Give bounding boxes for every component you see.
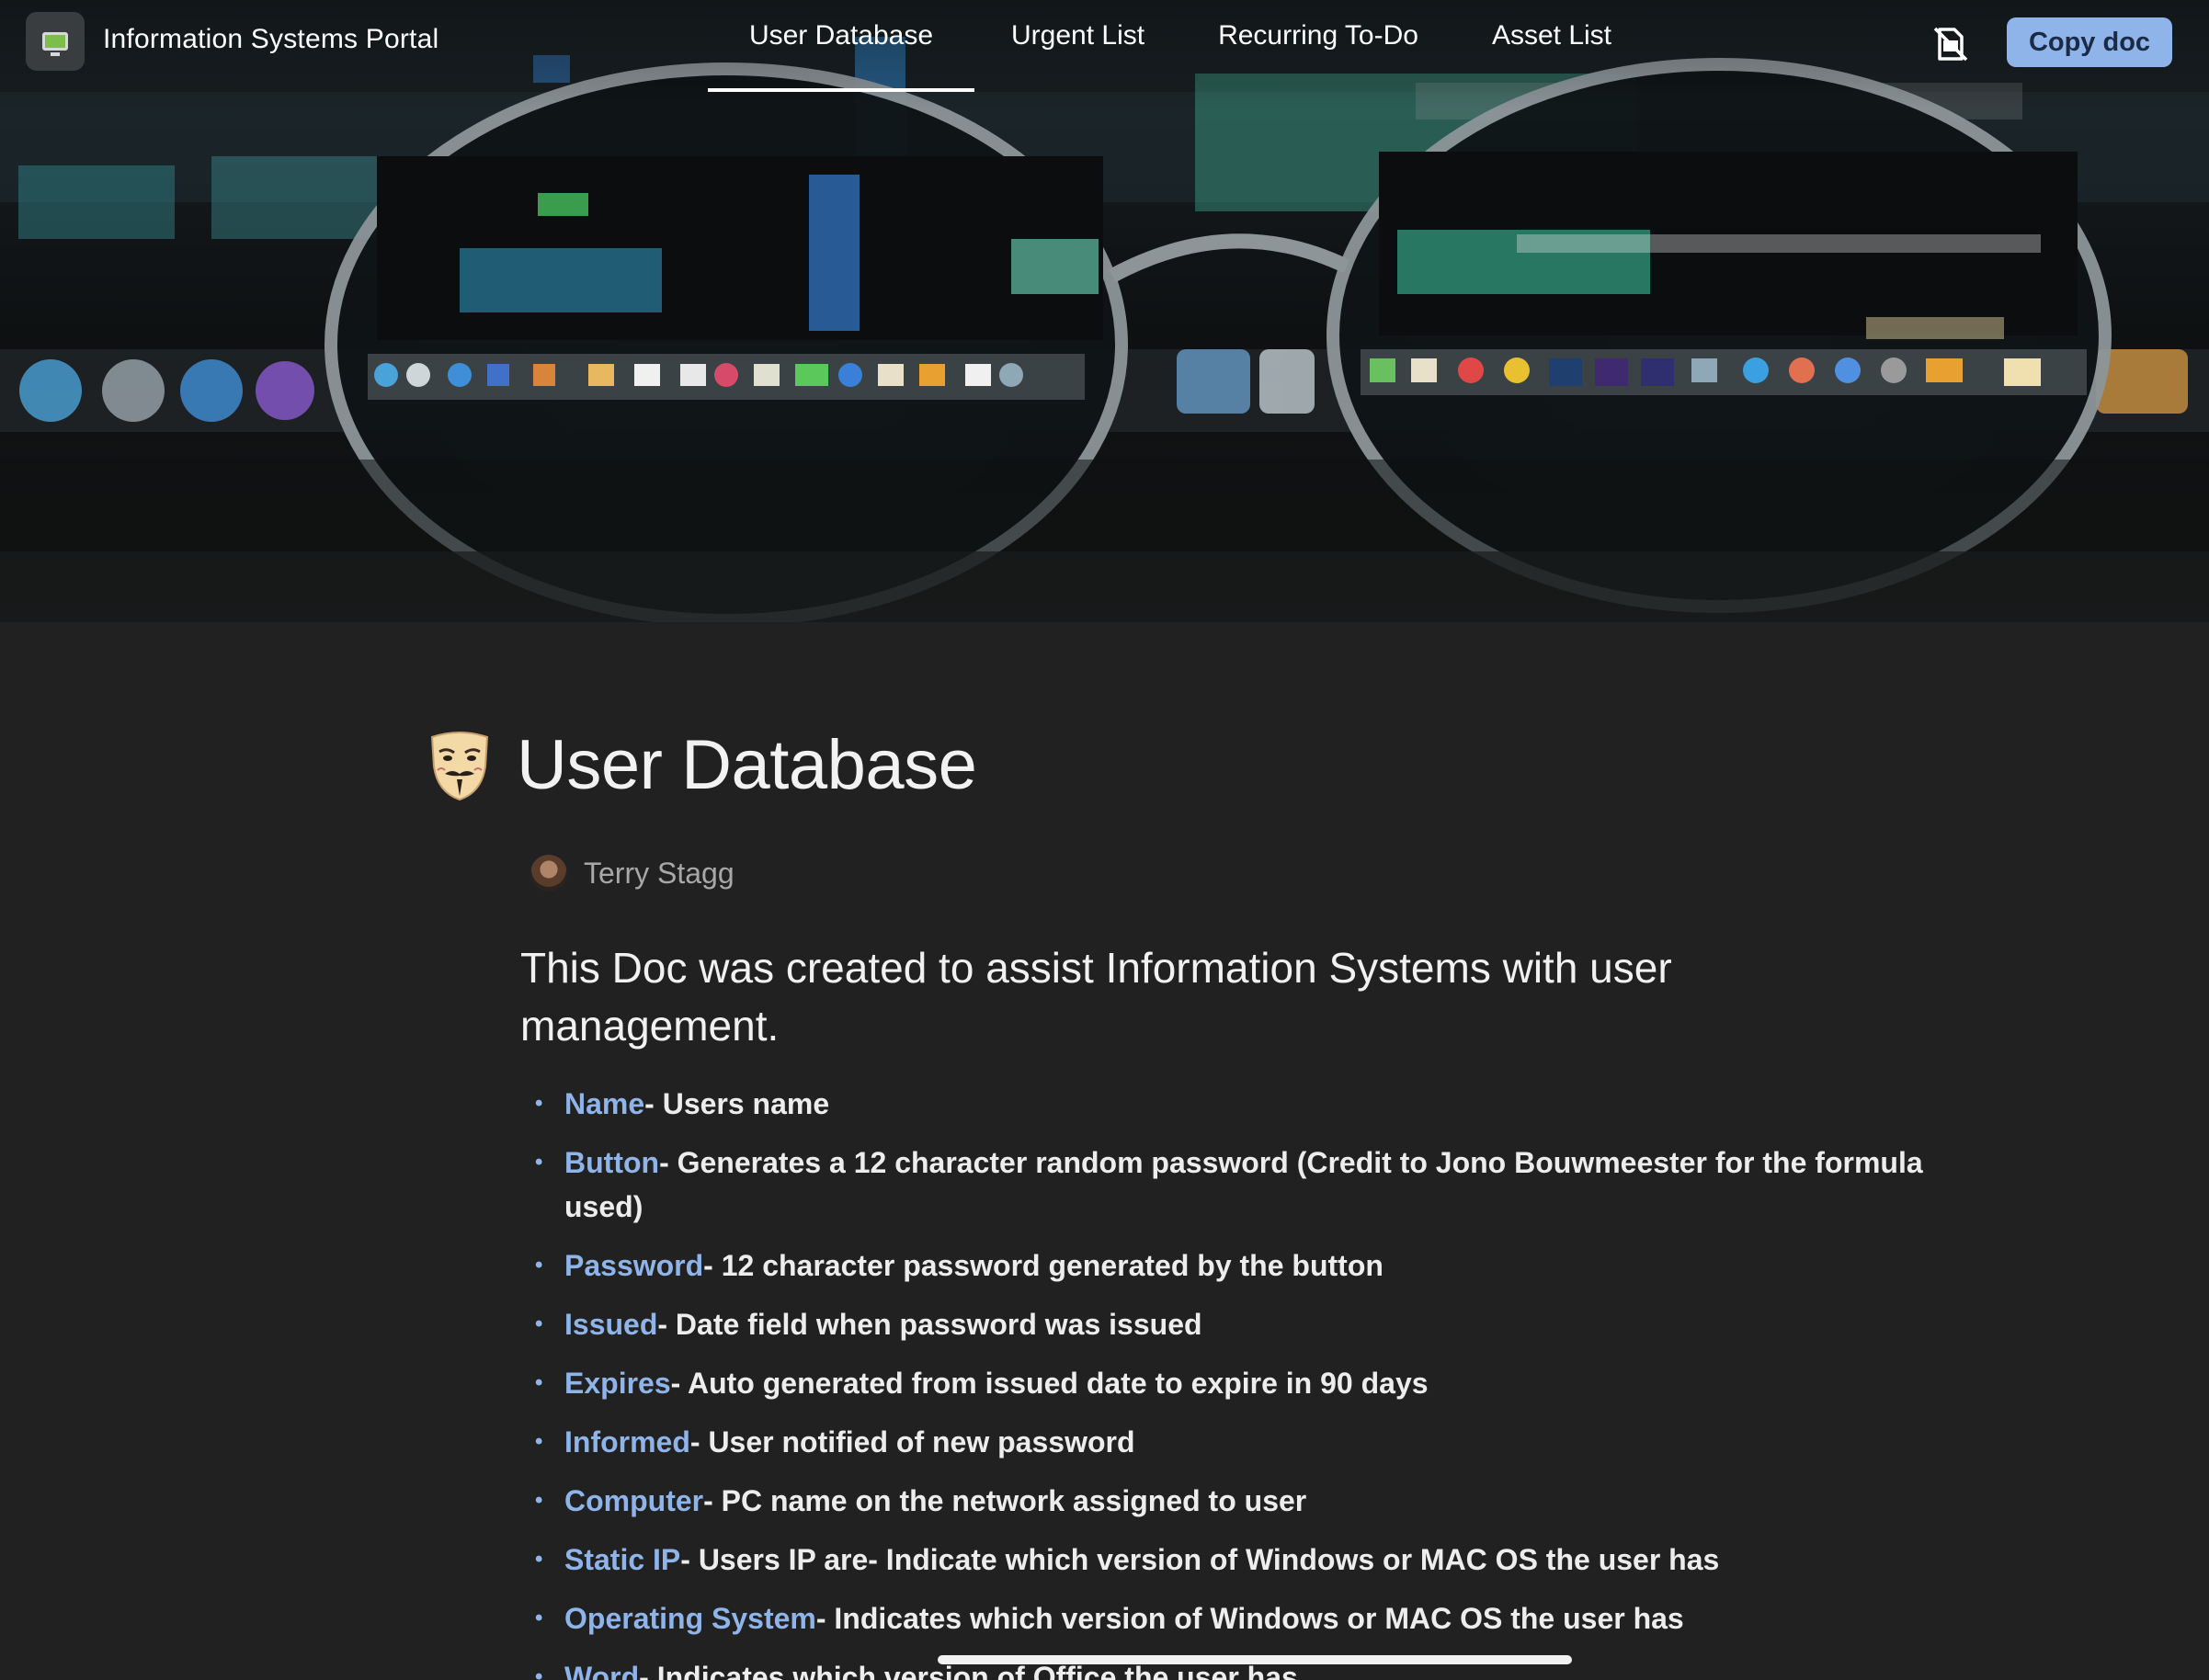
list-item: • Button- Generates a 12 character rando… xyxy=(520,1141,1954,1229)
field-term-link[interactable]: Expires xyxy=(564,1367,671,1400)
list-item: • Static IP- Users IP are- Indicate whic… xyxy=(520,1538,1954,1582)
page: Information Systems Portal User Database… xyxy=(0,0,2209,1680)
field-description: - 12 character password generated by the… xyxy=(703,1249,1383,1282)
tab-urgent-list[interactable]: Urgent List xyxy=(974,0,1181,92)
doc-content: User Database Terry Stagg This Doc was c… xyxy=(0,622,2209,1680)
monitor-icon[interactable] xyxy=(26,12,85,71)
field-term-link[interactable]: Informed xyxy=(564,1425,690,1459)
nav-tabs: User Database Urgent List Recurring To-D… xyxy=(708,0,1648,92)
bullet: • xyxy=(535,1091,543,1116)
field-list: • Name- Users name • Button- Generates a… xyxy=(520,1082,1954,1680)
bullet: • xyxy=(535,1547,543,1572)
hero-banner-image xyxy=(0,0,2209,622)
bullet: • xyxy=(535,1429,543,1454)
copy-doc-button[interactable]: Copy doc xyxy=(2007,17,2172,67)
field-description: - Generates a 12 character random passwo… xyxy=(564,1146,1923,1223)
field-description: - Date field when password was issued xyxy=(657,1308,1202,1341)
field-description: - Auto generated from issued date to exp… xyxy=(670,1367,1429,1400)
tab-recurring-to-do[interactable]: Recurring To-Do xyxy=(1181,0,1455,92)
field-description: - Indicates which version of Windows or … xyxy=(815,1602,1684,1635)
author-byline[interactable]: Terry Stagg xyxy=(530,855,734,891)
field-term-link[interactable]: Password xyxy=(564,1249,703,1282)
bullet: • xyxy=(535,1253,543,1277)
bullet: • xyxy=(535,1606,543,1630)
list-item: • Name- Users name xyxy=(520,1082,1954,1126)
field-term-link[interactable]: Static IP xyxy=(564,1543,680,1576)
monitor-screen xyxy=(42,32,68,56)
list-item: • Password- 12 character password genera… xyxy=(520,1243,1954,1288)
bullet: • xyxy=(535,1311,543,1336)
field-description: - Users IP are- Indicate which version o… xyxy=(680,1543,1720,1576)
field-description: - PC name on the network assigned to use… xyxy=(703,1484,1307,1517)
horizontal-scrollbar[interactable] xyxy=(938,1655,1572,1664)
tab-user-database[interactable]: User Database xyxy=(708,0,974,92)
tab-asset-list[interactable]: Asset List xyxy=(1455,0,1648,92)
mask-icon xyxy=(430,731,489,800)
field-term-link[interactable]: Button xyxy=(564,1146,659,1179)
field-term-link[interactable]: Computer xyxy=(564,1484,703,1517)
avatar[interactable] xyxy=(530,855,567,891)
list-item: • Operating System- Indicates which vers… xyxy=(520,1596,1954,1640)
bullet: • xyxy=(535,1664,543,1680)
bullet: • xyxy=(535,1150,543,1175)
page-title: User Database xyxy=(517,726,977,804)
no-print-icon[interactable] xyxy=(1932,26,1969,62)
field-term-link[interactable]: Word xyxy=(564,1661,639,1680)
title-row: User Database xyxy=(428,725,977,805)
bullet: • xyxy=(535,1488,543,1513)
field-description: - Users name xyxy=(644,1087,830,1120)
list-item: • Issued- Date field when password was i… xyxy=(520,1302,1954,1346)
list-item: • Computer- PC name on the network assig… xyxy=(520,1479,1954,1523)
intro-text: This Doc was created to assist Informati… xyxy=(520,944,1672,1050)
list-item: • Expires- Auto generated from issued da… xyxy=(520,1361,1954,1405)
author-name[interactable]: Terry Stagg xyxy=(584,857,734,891)
field-term-link[interactable]: Issued xyxy=(564,1308,657,1341)
field-term-link[interactable]: Name xyxy=(564,1087,644,1120)
bullet: • xyxy=(535,1370,543,1395)
field-description: - User notified of new password xyxy=(689,1425,1135,1459)
list-item: • Informed- User notified of new passwor… xyxy=(520,1420,1954,1464)
top-bar: Information Systems Portal User Database… xyxy=(0,0,2209,92)
app-title[interactable]: Information Systems Portal xyxy=(103,24,438,55)
field-term-link[interactable]: Operating System xyxy=(564,1602,816,1635)
